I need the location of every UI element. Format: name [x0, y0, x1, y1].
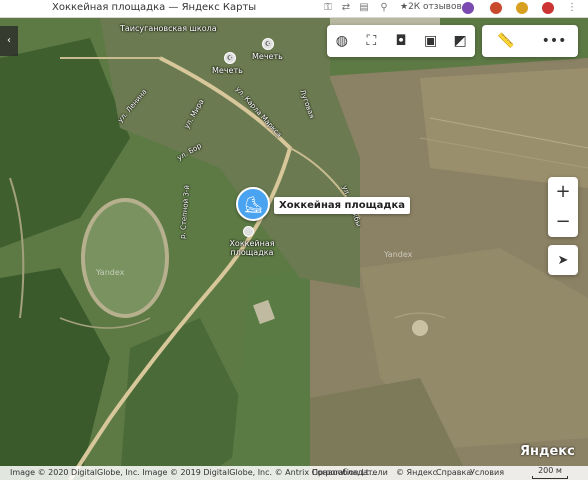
- menu-icon[interactable]: ⋮: [566, 2, 578, 14]
- watermark: Yandex: [96, 268, 125, 277]
- more-icon[interactable]: •••: [542, 31, 567, 51]
- layers-icon[interactable]: ◍: [332, 31, 352, 51]
- camera-icon[interactable]: ◘: [391, 31, 411, 51]
- help-link[interactable]: Справка: [436, 468, 471, 477]
- tab-title: Хоккейная площадка — Яндекс Карты: [52, 2, 257, 13]
- zoom-in-button[interactable]: +: [548, 177, 578, 207]
- watermark: Yandex: [384, 250, 413, 259]
- browser-top-bar: Хоккейная площадка — Яндекс Карты ⚿ ⇄ ▤ …: [0, 0, 588, 18]
- mosque-icon[interactable]: ☪: [224, 52, 236, 64]
- locate-icon[interactable]: ➤: [548, 245, 578, 275]
- satellite-imagery: [0, 18, 588, 480]
- attribution-bar: Image © 2020 DigitalGlobe, Inc. Image © …: [0, 466, 588, 480]
- extension-icon[interactable]: [542, 2, 554, 14]
- map-layers-toolbar: ◍ ⛶ ◘ ▣ ◩: [327, 25, 475, 57]
- terms-link[interactable]: Условия: [470, 468, 504, 477]
- extension-icon[interactable]: [462, 2, 474, 14]
- yandex-logo: Яндекс: [520, 444, 575, 459]
- location-icon[interactable]: ⚲: [378, 2, 390, 14]
- copyright-holders-link[interactable]: Правообладатели: [312, 468, 388, 477]
- zoom-out-button[interactable]: −: [548, 207, 578, 237]
- map-canvas[interactable]: Таисугановская школа ☪ Мечеть ☪ Мечеть у…: [0, 18, 588, 480]
- reviews-badge[interactable]: ★2К отзывов: [400, 2, 462, 12]
- panorama-icon[interactable]: ⛶: [361, 31, 381, 51]
- scale-bar: [532, 476, 568, 479]
- extension-icon[interactable]: [516, 2, 528, 14]
- extension-icon[interactable]: [490, 2, 502, 14]
- place-label-mosque[interactable]: Мечеть: [252, 52, 283, 61]
- poi-label[interactable]: Хоккейная площадка: [228, 239, 276, 257]
- place-label-school[interactable]: Таисугановская школа: [120, 24, 217, 33]
- key-icon[interactable]: ⚿: [322, 2, 334, 14]
- zoom-control: + −: [548, 177, 578, 237]
- skate-icon[interactable]: ⛸: [236, 187, 270, 221]
- selected-place-label[interactable]: Хоккейная площадка: [274, 197, 411, 214]
- page: Хоккейная площадка — Яндекс Карты ⚿ ⇄ ▤ …: [0, 0, 588, 480]
- yandex-link[interactable]: © Яндекс: [396, 468, 437, 477]
- reader-icon[interactable]: ▤: [358, 2, 370, 14]
- camera-icon[interactable]: [243, 226, 254, 237]
- tools-toolbar: 📏 •••: [482, 25, 578, 57]
- mosque-icon[interactable]: ☪: [262, 38, 274, 50]
- ruler-icon[interactable]: 📏: [496, 31, 516, 51]
- traffic-icon[interactable]: ◩: [450, 31, 470, 51]
- translate-icon[interactable]: ⇄: [340, 2, 352, 14]
- place-label-mosque[interactable]: Мечеть: [212, 66, 243, 75]
- bus-icon[interactable]: ▣: [421, 31, 441, 51]
- collapse-panel-button[interactable]: ‹: [0, 26, 18, 56]
